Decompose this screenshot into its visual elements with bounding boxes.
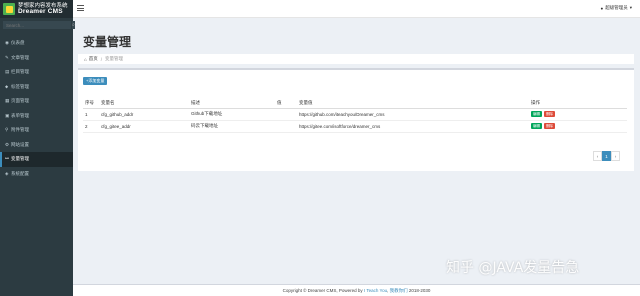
footer: Copyright © Dreamer CMS, Powered by I Te… xyxy=(73,284,640,296)
footer-link-cn[interactable]: 我教你们 xyxy=(390,288,408,293)
col-header-actions: 操作 xyxy=(529,98,627,109)
sidebar-item-label: 变量管理 xyxy=(11,156,29,162)
col-header-no: 序号 xyxy=(83,98,99,109)
sidebar-item-articles[interactable]: ✎ 文章管理 xyxy=(0,51,73,66)
watermark-text: 知乎 @JAVA发量告急 xyxy=(446,260,580,276)
edit-button[interactable]: 编辑 xyxy=(531,111,542,117)
pagination-next[interactable]: › xyxy=(611,151,620,161)
sidebar-item-label: 表单管理 xyxy=(11,112,29,118)
delete-button[interactable]: 删除 xyxy=(544,111,555,117)
sidebar-item-site-settings[interactable]: ⚙ 网站设置 xyxy=(0,138,73,153)
sidebar-item-pages[interactable]: ▦ 页面管理 xyxy=(0,94,73,109)
delete-button[interactable]: 删除 xyxy=(544,123,555,129)
sidebar-item-label: 文章管理 xyxy=(11,54,29,60)
col-header-value: 值 xyxy=(275,98,297,109)
cell-actions: 编辑 删除 xyxy=(529,120,627,133)
footer-prefix: Copyright © Dreamer CMS, Powered by xyxy=(282,288,364,293)
sidebar-item-label: 仪表盘 xyxy=(11,40,25,46)
cell-name: cfg_github_addr xyxy=(99,108,189,121)
sidebar-item-label: 系统配置 xyxy=(11,170,29,176)
footer-suffix: 2018-2030 xyxy=(407,288,431,293)
brand-logo[interactable]: 梦想家内容发布系统 Dreamer CMS xyxy=(0,0,73,18)
user-name: 超级管理员 xyxy=(605,5,628,10)
breadcrumb: ⌂ 首页 / 变量管理 xyxy=(78,54,634,64)
sidebar-item-dashboard[interactable]: ◉ 仪表盘 xyxy=(0,36,73,51)
user-icon: ● xyxy=(600,5,604,11)
home-icon: ⌂ xyxy=(84,56,87,62)
content-box: +添加变量 序号 变量名 描述 值 变量值 操作 1 cfg_github_ad… xyxy=(78,68,634,171)
col-header-desc: 描述 xyxy=(189,98,275,109)
cell-var-value: https://gitee.com/isoftforce/dreamer_cms xyxy=(297,120,529,133)
add-variable-button[interactable]: +添加变量 xyxy=(83,77,108,85)
cell-no: 2 xyxy=(83,120,99,133)
logo-icon xyxy=(3,3,15,15)
pagination: ‹ 1 › xyxy=(593,151,620,161)
sidebar-item-tags[interactable]: ⬥ 标签管理 xyxy=(0,80,73,95)
col-header-var-value: 变量值 xyxy=(297,98,529,109)
page-title: 变量管理 xyxy=(83,35,132,49)
sidebar-item-categories[interactable]: ▤ 栏目管理 xyxy=(0,65,73,80)
pagination-prev[interactable]: ‹ xyxy=(593,151,602,161)
pagination-page-1[interactable]: 1 xyxy=(602,151,611,161)
cell-no: 1 xyxy=(83,108,99,121)
hamburger-menu-icon[interactable] xyxy=(77,5,84,11)
variables-table: 序号 变量名 描述 值 变量值 操作 1 cfg_github_addr Git… xyxy=(83,98,627,133)
sidebar-item-system-config[interactable]: ◈ 系统配置 xyxy=(0,167,73,182)
sidebar-item-label: 网站设置 xyxy=(11,141,29,147)
sidebar-search: ⌕ xyxy=(0,18,75,32)
cell-actions: 编辑 删除 xyxy=(529,108,627,121)
cell-var-value: https://github.com/iteachyou/Dreamer_cms xyxy=(297,108,529,121)
breadcrumb-current: 变量管理 xyxy=(104,56,123,61)
breadcrumb-home[interactable]: 首页 xyxy=(89,56,98,62)
sidebar-item-attachments[interactable]: ⚲ 附件管理 xyxy=(0,123,73,138)
edit-button[interactable]: 编辑 xyxy=(531,123,542,129)
sidebar-menu: ◉ 仪表盘 ✎ 文章管理 ▤ 栏目管理 ⬥ 标签管理 ▦ 页面管理 ▣ 表单管理 ⚲ 附件管理… xyxy=(0,36,73,181)
user-menu[interactable]: ● 超级管理员 ▾ xyxy=(601,5,632,11)
cell-desc: 码云下载地址 xyxy=(189,120,275,133)
table-row: 2 cfg_gitee_addr 码云下载地址 https://gitee.co… xyxy=(83,120,627,133)
brand-title-en: Dreamer CMS xyxy=(18,8,63,15)
breadcrumb-separator: / xyxy=(100,56,102,62)
search-input[interactable] xyxy=(3,21,71,29)
sidebar-item-forms[interactable]: ▣ 表单管理 xyxy=(0,109,73,124)
cell-name: cfg_gitee_addr xyxy=(99,120,189,133)
sidebar-item-variables[interactable]: ⚯ 变量管理 xyxy=(0,152,73,167)
search-icon[interactable]: ⌕ xyxy=(71,21,75,29)
top-header: ● 超级管理员 ▾ xyxy=(73,0,640,18)
table-row: 1 cfg_github_addr Github下载地址 https://git… xyxy=(83,108,627,121)
cell-value xyxy=(275,108,297,121)
sidebar-item-label: 标签管理 xyxy=(11,83,29,89)
chevron-down-icon: ▾ xyxy=(629,5,632,10)
sidebar-item-label: 栏目管理 xyxy=(11,69,29,75)
sidebar: 梦想家内容发布系统 Dreamer CMS ⌕ ◉仪表盘 ✎文章管理 ▤栏目管理… xyxy=(0,0,75,296)
footer-link-iteachyou[interactable]: I Teach You xyxy=(364,288,387,293)
sidebar-item-label: 附件管理 xyxy=(11,127,29,133)
table-header-row: 序号 变量名 描述 值 变量值 操作 xyxy=(83,98,627,109)
col-header-name: 变量名 xyxy=(99,98,189,109)
cell-desc: Github下载地址 xyxy=(189,108,275,121)
sidebar-item-label: 页面管理 xyxy=(11,98,29,104)
cell-value xyxy=(275,120,297,133)
